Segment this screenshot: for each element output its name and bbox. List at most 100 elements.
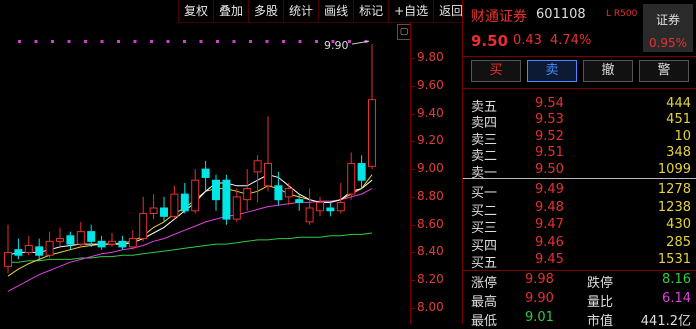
- order-book-row[interactable]: 买五 9.45 1531: [463, 252, 696, 272]
- sector-label: 证券: [655, 13, 680, 27]
- stats-label: 市值: [587, 314, 614, 329]
- candle-body[interactable]: [97, 240, 106, 248]
- candle-body[interactable]: [4, 251, 12, 267]
- candle-body[interactable]: [128, 238, 137, 248]
- order-book-vol: 451: [666, 112, 691, 128]
- order-book-vol: 1531: [657, 252, 691, 268]
- order-book-row[interactable]: 买二 9.48 1238: [463, 200, 696, 219]
- order-book-vol: 10: [674, 128, 691, 144]
- stats-value: 9.90: [525, 291, 554, 306]
- y-tick: [411, 85, 415, 87]
- order-book-row[interactable]: 卖二 9.51 348: [463, 145, 696, 164]
- order-book-row[interactable]: 买四 9.46 285: [463, 235, 696, 254]
- sector-badge[interactable]: 证券 0.95%: [643, 4, 693, 52]
- candle-body[interactable]: [35, 246, 44, 256]
- signal-dot: [133, 40, 137, 43]
- order-book-row[interactable]: 卖一 9.50 1099: [463, 162, 696, 181]
- candle-body[interactable]: [347, 163, 356, 195]
- order-book-label: 买二: [471, 203, 498, 219]
- candle-body[interactable]: [191, 179, 200, 212]
- y-tick: [411, 308, 415, 309]
- signal-dot: [117, 40, 120, 43]
- stock-name: 财通证券: [471, 9, 527, 25]
- candle-body[interactable]: [264, 163, 272, 187]
- candle-body[interactable]: [284, 188, 293, 198]
- alert-button[interactable]: 警: [639, 60, 689, 82]
- candle-body[interactable]: [170, 193, 179, 217]
- stats-value: 9.01: [525, 310, 554, 325]
- candle-body[interactable]: [253, 160, 262, 173]
- toolbar-button[interactable]: 多股: [248, 0, 284, 22]
- order-book-row[interactable]: 卖五 9.54 444: [463, 96, 696, 115]
- candle-body[interactable]: [24, 245, 33, 253]
- candle-body[interactable]: [66, 235, 75, 245]
- candle-body[interactable]: [180, 193, 189, 212]
- stats-row: 涨停 9.98 跌停 8.16: [463, 272, 696, 291]
- toolbar-button[interactable]: 复权: [178, 0, 214, 22]
- signal-dot: [51, 40, 54, 43]
- last-price: 9.50: [471, 32, 509, 50]
- candle-body[interactable]: [149, 207, 158, 215]
- chart-settings-button[interactable]: ▢: [397, 24, 411, 40]
- toolbar-button[interactable]: +自选: [388, 0, 434, 22]
- toolbar-button[interactable]: 画线: [318, 0, 354, 22]
- candle-body[interactable]: [118, 240, 127, 248]
- candle-body[interactable]: [139, 213, 148, 240]
- candle-body[interactable]: [295, 199, 304, 203]
- ma-yellow-line: [7, 174, 373, 277]
- order-book-vol: 1278: [657, 182, 691, 197]
- toolbar-button[interactable]: 叠加: [213, 0, 249, 22]
- candle-body[interactable]: [222, 179, 231, 220]
- price-change: 0.43: [513, 33, 542, 48]
- signal-dot: [265, 40, 269, 43]
- divider: [463, 88, 696, 89]
- y-tick-label: 8.00: [417, 300, 444, 314]
- candle-body[interactable]: [274, 185, 283, 201]
- candle-body[interactable]: [212, 179, 220, 201]
- stats-label: 量比: [587, 295, 614, 310]
- signal-dot: [315, 40, 318, 43]
- y-tick: [411, 252, 415, 254]
- y-tick: [411, 141, 415, 143]
- candle-body[interactable]: [45, 240, 54, 256]
- buy-button[interactable]: 买: [471, 60, 521, 82]
- divider: [463, 270, 696, 271]
- signal-dot: [150, 40, 153, 43]
- y-tick-label: 9.40: [417, 105, 444, 120]
- order-book-label: 买五: [471, 256, 498, 272]
- candle-body[interactable]: [76, 231, 85, 245]
- order-book-row[interactable]: 买三 9.47 430: [463, 217, 696, 236]
- signal-dot: [67, 40, 71, 43]
- signal-dot: [166, 40, 170, 43]
- cancel-order-button[interactable]: 撤: [583, 60, 633, 82]
- candle-body[interactable]: [14, 249, 23, 256]
- stats-value: 9.98: [525, 272, 554, 287]
- candle-body[interactable]: [243, 188, 252, 201]
- candle-body[interactable]: [160, 207, 168, 217]
- order-book-row[interactable]: 买一 9.49 1278: [463, 182, 696, 201]
- order-book-row[interactable]: 卖四 9.53 451: [463, 112, 696, 131]
- order-book-label: 买一: [471, 186, 498, 201]
- sell-button[interactable]: 卖: [527, 60, 577, 82]
- candle-body[interactable]: [316, 201, 324, 212]
- candle-body[interactable]: [201, 168, 210, 178]
- candle-body[interactable]: [357, 163, 366, 181]
- candle-body[interactable]: [336, 201, 345, 212]
- kline-chart[interactable]: 9.90 ▢: [0, 0, 411, 324]
- quote-panel: 财通证券 601108 L R500 证券 0.95% 9.50 0.43 4.…: [462, 0, 696, 329]
- toolbar-button[interactable]: 标记: [353, 0, 389, 22]
- signal-dot: [199, 40, 203, 43]
- toolbar-button[interactable]: 统计: [283, 0, 319, 22]
- y-tick: [411, 58, 415, 59]
- candle-body[interactable]: [87, 231, 96, 242]
- candle-body[interactable]: [56, 238, 64, 242]
- candle-body[interactable]: [368, 99, 376, 167]
- stock-code: 601108: [536, 7, 586, 22]
- order-book-row[interactable]: 卖三 9.52 10: [463, 128, 696, 148]
- candle-body[interactable]: [305, 207, 314, 223]
- price-axis: 9.80 9.60 9.40 9.20 9.00 8.80 8.60 8.40 8.20 8.00: [410, 22, 463, 324]
- order-book-label: 买四: [471, 238, 498, 254]
- candle-body[interactable]: [108, 240, 116, 245]
- candle-body[interactable]: [232, 196, 241, 220]
- candle-body[interactable]: [326, 207, 335, 212]
